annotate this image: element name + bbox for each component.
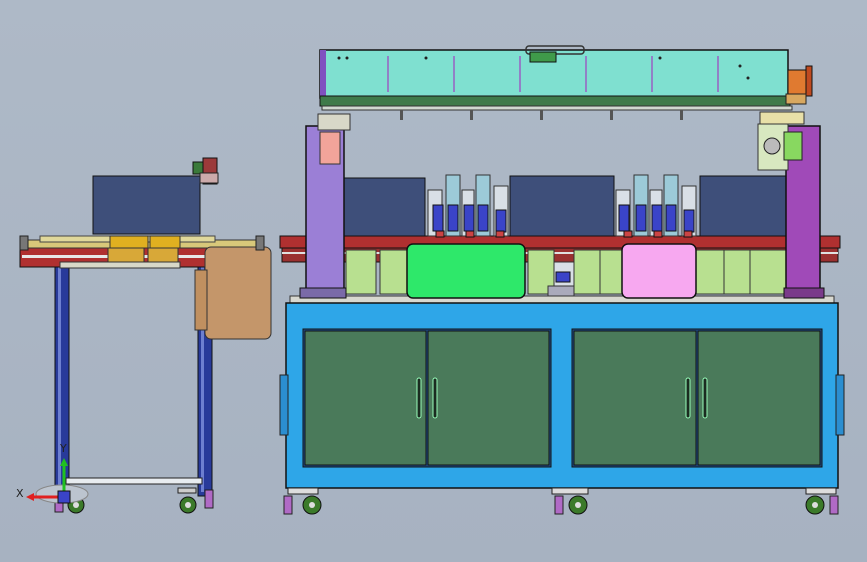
left-frame-crossbar	[65, 477, 203, 485]
left-frame-leg-left	[54, 257, 70, 497]
cad-viewport[interactable]	[0, 0, 867, 562]
left-navy-enclosure	[92, 175, 201, 235]
door-handle	[702, 377, 708, 419]
door-2	[427, 330, 550, 466]
top-motor	[785, 65, 813, 105]
door-handle	[685, 377, 691, 419]
navy-enclosure-3	[699, 175, 789, 237]
door-1	[304, 330, 427, 466]
navy-enclosure-1	[337, 177, 426, 237]
main-casters	[283, 487, 839, 515]
top-cover-base-bar	[319, 95, 791, 107]
cover-hanger-rods	[400, 110, 683, 120]
door-handle	[432, 377, 438, 419]
main-conveyor-rail	[279, 235, 841, 249]
door-4	[697, 330, 821, 466]
door-handle	[416, 377, 422, 419]
navy-enclosure-2	[509, 175, 615, 237]
y-axis-label: Y	[60, 442, 67, 455]
actuator-cluster-2	[615, 174, 697, 238]
cabinet-doors-left	[302, 328, 552, 468]
left-tan-side-panel	[204, 246, 272, 340]
top-cover-assembly	[319, 45, 813, 111]
cabinet-doors-right	[571, 328, 823, 468]
main-machine	[279, 45, 845, 515]
green-safety-guard	[406, 243, 526, 299]
door-3	[573, 330, 697, 466]
left-conveyor-station	[19, 157, 272, 514]
x-axis-label: X	[16, 487, 24, 500]
pink-safety-guard	[621, 243, 697, 299]
actuator-cluster-1	[427, 174, 509, 238]
